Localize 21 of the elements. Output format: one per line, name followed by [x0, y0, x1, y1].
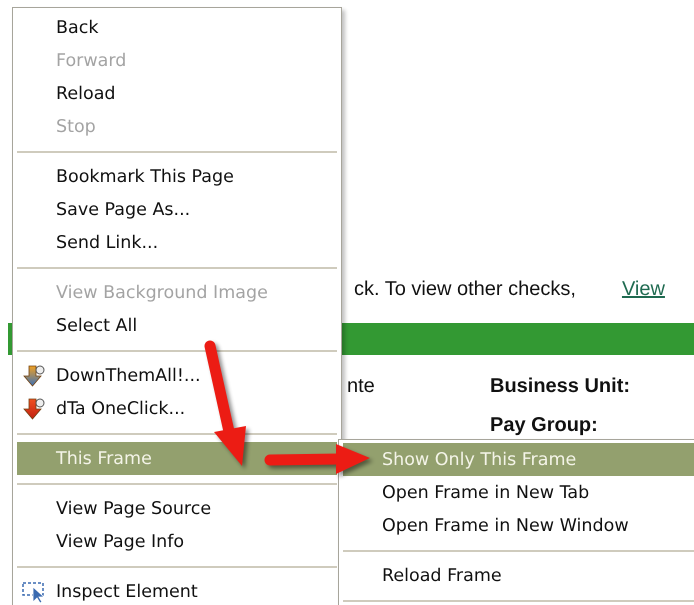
menu-item[interactable]: Back — [17, 11, 337, 44]
menu-item[interactable]: DownThemAll!... — [17, 359, 337, 392]
field-label: Business Unit: — [490, 375, 632, 398]
menu-item[interactable]: Open Frame in New Tab — [343, 476, 694, 509]
download-arrow-icon — [22, 364, 46, 388]
view-link[interactable]: View — [622, 278, 665, 301]
menu-item[interactable]: Select All — [17, 309, 337, 342]
download-arrow-icon — [22, 397, 46, 421]
menu-item[interactable]: Save Page As... — [17, 193, 337, 226]
notice-text: ck. To view other checks, — [354, 278, 576, 301]
menu-item[interactable]: View Page Source — [17, 492, 337, 525]
menu-item[interactable]: View Page Info — [17, 525, 337, 558]
menu-item[interactable]: Inspect Element — [17, 575, 337, 605]
menu-item[interactable]: Reload Frame — [343, 559, 694, 592]
menu-item[interactable]: Bookmark This Page — [17, 160, 337, 193]
menu-item[interactable]: Open Frame in New Window — [343, 509, 694, 542]
menu-item[interactable]: Reload — [17, 77, 337, 110]
field-label: Pay Group: — [490, 414, 599, 437]
name-text: nte — [347, 375, 376, 398]
menu-item[interactable]: dTa OneClick... — [17, 392, 337, 425]
menu-item[interactable]: Send Link... — [17, 226, 337, 259]
